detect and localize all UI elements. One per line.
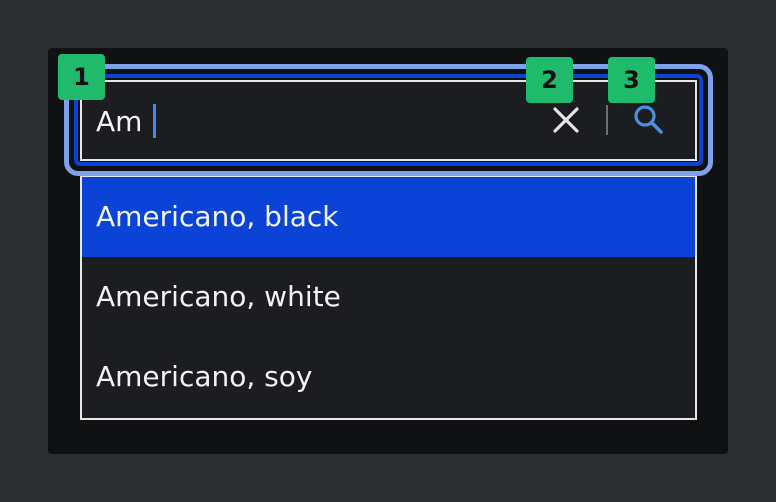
text-caret <box>153 104 156 138</box>
annotation-badge-3: 3 <box>608 57 655 103</box>
annotation-badge-1: 1 <box>58 54 105 100</box>
suggestions-listbox: Americano, black Americano, white Americ… <box>80 176 697 420</box>
button-divider <box>606 105 608 135</box>
search-input[interactable] <box>80 80 697 161</box>
search-button[interactable] <box>628 101 668 139</box>
option-americano-black[interactable]: Americano, black <box>82 177 695 257</box>
close-icon[interactable] <box>548 101 584 139</box>
option-americano-soy[interactable]: Americano, soy <box>82 337 695 417</box>
clear-button[interactable] <box>548 101 584 139</box>
annotation-badge-2: 2 <box>526 57 573 103</box>
option-americano-white[interactable]: Americano, white <box>82 257 695 337</box>
search-input-value[interactable]: Am <box>96 104 142 140</box>
search-icon[interactable] <box>628 101 668 139</box>
